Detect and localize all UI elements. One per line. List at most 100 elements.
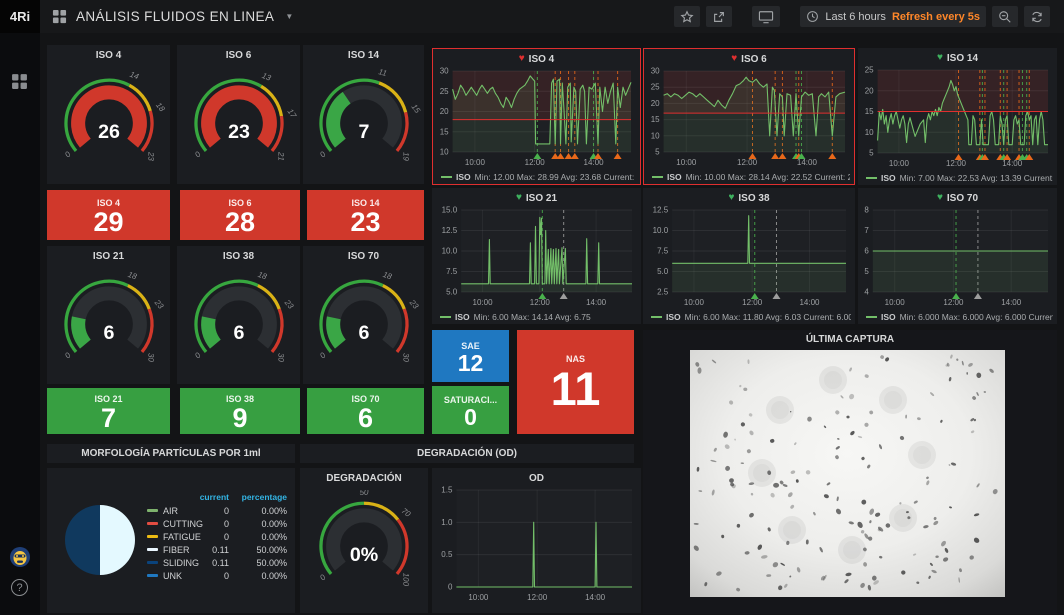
chart-title[interactable]: ISO 70 [947, 193, 978, 204]
y-tick-label: 5 [655, 148, 660, 157]
legend-series-name[interactable]: ISO [881, 312, 896, 322]
chart-title[interactable]: ISO 14 [947, 53, 978, 64]
series-area [873, 251, 1048, 292]
annotation-marker[interactable] [955, 154, 963, 160]
chart-title[interactable]: ISO 6 [741, 54, 767, 65]
share-icon [712, 10, 726, 24]
legend-swatch [147, 522, 158, 525]
legend-label[interactable]: AIR [163, 506, 178, 516]
title-dropdown-caret-icon[interactable]: ▼ [285, 12, 293, 21]
row-header-degradacion[interactable]: DEGRADACIÓN (OD) [300, 444, 634, 463]
y-tick-label: 4 [864, 288, 869, 297]
legend-series-swatch [866, 177, 877, 179]
share-dashboard-button[interactable] [706, 6, 732, 27]
chart-title[interactable]: ISO 38 [738, 193, 769, 204]
annotation-marker[interactable] [828, 153, 836, 159]
x-tick-label: 12:00 [742, 298, 763, 307]
annotation-marker[interactable] [571, 153, 579, 159]
gauge-panel-title[interactable]: ISO 21 [47, 246, 170, 266]
annotation-marker[interactable] [533, 153, 541, 159]
annotation-marker[interactable] [751, 293, 759, 299]
pie-slice-fiber[interactable] [100, 505, 135, 575]
chart-legend: ISOMin: 10.00 Max: 28.14 Avg: 22.52 Curr… [652, 172, 850, 182]
gauge-panel-title[interactable]: ISO 14 [303, 45, 424, 65]
annotation-marker[interactable] [778, 153, 786, 159]
x-tick-label: 14:00 [1001, 298, 1022, 307]
gauge-scale-label: 18 [381, 270, 393, 281]
refresh-interval-label[interactable]: Refresh every 5s [892, 11, 980, 23]
user-avatar[interactable] [9, 546, 31, 568]
tv-mode-button[interactable] [752, 6, 780, 27]
legend-series-name[interactable]: ISO [455, 312, 470, 322]
legend-series-name[interactable]: ISO [456, 172, 471, 182]
legend-label[interactable]: UNK [163, 571, 182, 581]
gauge-panel-title[interactable]: ISO 38 [177, 246, 300, 266]
stat-panel-iso6: ISO 628 [180, 190, 300, 240]
help-icon[interactable]: ? [11, 579, 28, 596]
annotation-marker[interactable] [560, 293, 568, 299]
chart-legend: ISOMin: 12.00 Max: 28.99 Avg: 23.68 Curr… [441, 172, 636, 182]
x-tick-label: 14:00 [585, 593, 606, 602]
refresh-button[interactable] [1024, 6, 1050, 27]
stat-panel-nas: NAS11 [517, 330, 634, 434]
annotation-marker[interactable] [614, 153, 622, 159]
top-navbar: 4Ri ANÁLISIS FLUIDOS EN LINEA ▼ [0, 0, 1064, 33]
gauge-value: 6 [103, 322, 114, 344]
annotation-marker[interactable] [748, 153, 756, 159]
legend-label[interactable]: FIBER [163, 545, 190, 555]
time-range-label: Last 6 hours [825, 11, 886, 23]
gauge-value: 6 [358, 322, 369, 344]
x-tick-label: 14:00 [586, 298, 607, 307]
gauge-scale-label: 23 [407, 297, 421, 311]
chart-legend: ISOMin: 7.00 Max: 22.53 Avg: 13.39 Curre… [866, 173, 1053, 183]
gauge-scale-label: 18 [126, 270, 138, 281]
sidebar-dashboards-icon[interactable] [11, 73, 28, 90]
star-dashboard-button[interactable] [674, 6, 700, 27]
gauge-scale-label: 21 [276, 151, 285, 161]
annotation-marker[interactable] [565, 153, 573, 159]
legend-series-name[interactable]: ISO [881, 173, 896, 183]
gauge-scale-label: 15 [409, 102, 422, 115]
x-tick-label: 10:00 [889, 159, 910, 168]
y-tick-label: 5.0 [657, 267, 669, 276]
annotation-marker[interactable] [557, 153, 565, 159]
annotation-marker[interactable] [772, 293, 780, 299]
health-heart-icon: ♥ [937, 193, 943, 203]
legend-series-name[interactable]: ISO [666, 312, 681, 322]
y-tick-label: 7.5 [657, 247, 669, 256]
dashboard-grid-icon [52, 9, 67, 24]
chart-svg-iso6: 3025201510510:0012:0014:00 [644, 49, 854, 184]
x-tick-label: 12:00 [737, 158, 758, 167]
chart-title[interactable]: ISO 21 [526, 193, 557, 204]
annotation-marker[interactable] [538, 293, 546, 299]
gauge-panel-title[interactable]: ISO 6 [177, 45, 300, 65]
annotation-marker[interactable] [771, 153, 779, 159]
gauge-value-arc [208, 318, 215, 344]
legend-series-name[interactable]: ISO [667, 172, 682, 182]
legend-current-value: 0.11 [189, 558, 229, 568]
gauge-panel-title[interactable]: ISO 4 [47, 45, 170, 65]
zoom-out-button[interactable] [992, 6, 1018, 27]
dashboard-title[interactable]: ANÁLISIS FLUIDOS EN LINEA [76, 9, 274, 24]
x-tick-label: 12:00 [525, 158, 546, 167]
chart-svg-od: 1.51.00.5010:0012:0014:00 [432, 468, 641, 613]
gauge-scale-label: 0 [193, 350, 203, 360]
org-logo[interactable]: 4Ri [0, 0, 40, 33]
pie-slice-sliding[interactable] [65, 505, 100, 575]
y-tick-label: 10.0 [653, 226, 669, 235]
time-range-picker[interactable]: Last 6 hours Refresh every 5s [800, 6, 986, 27]
annotation-marker[interactable] [974, 293, 982, 299]
gauge-panel-title[interactable]: DEGRADACIÓN [300, 468, 428, 488]
row-header-morfologia[interactable]: MORFOLOGÍA PARTÍCULAS POR 1ml [47, 444, 295, 463]
annotation-marker[interactable] [952, 293, 960, 299]
chart-header: ♥ISO 14 [858, 48, 1057, 68]
gauge-panel-title[interactable]: ISO 70 [303, 246, 424, 266]
chart-header: ♥ISO 38 [643, 188, 855, 208]
y-tick-label: 25 [651, 83, 660, 92]
stat-value: 23 [350, 208, 380, 236]
chart-title[interactable]: ISO 4 [529, 54, 555, 65]
gauge-value: 26 [98, 121, 120, 143]
chart-title[interactable]: OD [529, 473, 544, 484]
chart-panel-iso21: ♥ISO 2115.012.510.07.55.010:0012:0014:00… [432, 188, 641, 324]
legend-percentage-value: 50.00% [235, 558, 287, 568]
